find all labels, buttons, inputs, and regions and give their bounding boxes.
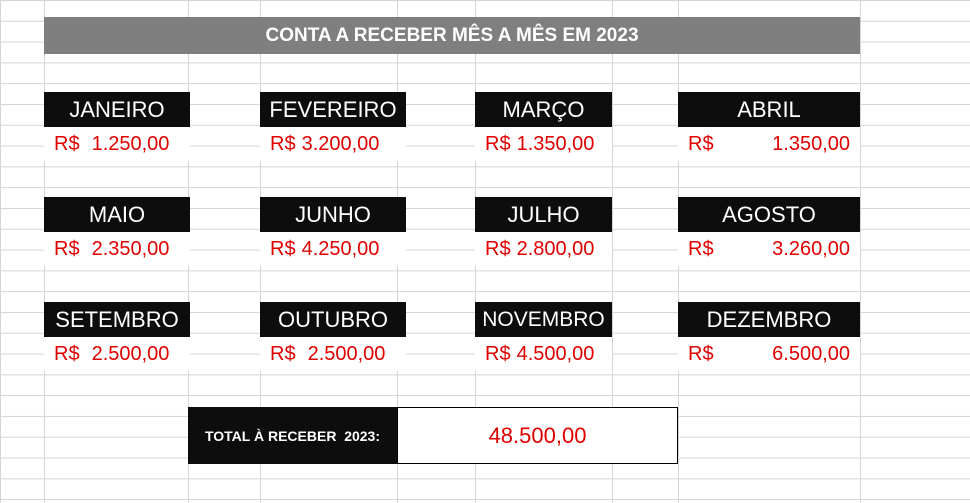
currency-symbol: R$: [54, 237, 80, 260]
month-value[interactable]: R$ 4.250,00: [260, 232, 406, 266]
month-block-agosto: AGOSTO R$ 3.260,00: [678, 197, 860, 266]
month-block-janeiro: JANEIRO R$ 1.250,00: [44, 92, 190, 161]
amount: 3.200,00: [301, 132, 380, 155]
month-header[interactable]: AGOSTO: [678, 197, 860, 232]
amount: 6.500,00: [772, 342, 850, 365]
month-header[interactable]: JANEIRO: [44, 92, 190, 127]
currency-symbol: R$: [270, 237, 296, 260]
month-value[interactable]: R$ 3.200,00: [260, 127, 406, 161]
amount: 3.260,00: [772, 237, 850, 260]
month-header[interactable]: JUNHO: [260, 197, 406, 232]
month-block-fevereiro: FEVEREIRO R$ 3.200,00: [260, 92, 406, 161]
month-value[interactable]: R$ 6.500,00: [678, 337, 860, 371]
month-header[interactable]: DEZEMBRO: [678, 302, 860, 337]
month-block-junho: JUNHO R$ 4.250,00: [260, 197, 406, 266]
month-header[interactable]: ABRIL: [678, 92, 860, 127]
month-header[interactable]: OUTUBRO: [260, 302, 406, 337]
month-header[interactable]: JULHO: [475, 197, 612, 232]
amount: 2.800,00: [516, 237, 595, 260]
gridline-col: [860, 0, 861, 503]
currency-symbol: R$: [54, 342, 80, 365]
month-value[interactable]: R$ 1.350,00: [678, 127, 860, 161]
month-block-marco: MARÇO R$ 1.350,00: [475, 92, 612, 161]
month-block-abril: ABRIL R$ 1.350,00: [678, 92, 860, 161]
amount: 2.500,00: [91, 342, 170, 365]
month-block-julho: JULHO R$ 2.800,00: [475, 197, 612, 266]
currency-symbol: R$: [688, 132, 714, 155]
month-block-setembro: SETEMBRO R$ 2.500,00: [44, 302, 190, 371]
month-header[interactable]: SETEMBRO: [44, 302, 190, 337]
currency-symbol: R$: [485, 132, 511, 155]
amount: 2.500,00: [307, 342, 386, 365]
amount: 1.350,00: [772, 132, 850, 155]
currency-symbol: R$: [688, 342, 714, 365]
month-header[interactable]: NOVEMBRO: [475, 302, 612, 337]
total-value[interactable]: 48.500,00: [397, 407, 678, 464]
amount: 2.350,00: [91, 237, 170, 260]
month-value[interactable]: R$ 1.350,00: [475, 127, 612, 161]
amount: 1.250,00: [91, 132, 170, 155]
month-value[interactable]: R$ 2.500,00: [260, 337, 406, 371]
month-value[interactable]: R$ 1.250,00: [44, 127, 190, 161]
month-value[interactable]: R$ 3.260,00: [678, 232, 860, 266]
month-header[interactable]: MAIO: [44, 197, 190, 232]
currency-symbol: R$: [485, 342, 511, 365]
month-block-maio: MAIO R$ 2.350,00: [44, 197, 190, 266]
amount: 4.250,00: [301, 237, 380, 260]
total-label[interactable]: TOTAL À RECEBER 2023:: [188, 407, 397, 464]
currency-symbol: R$: [270, 342, 296, 365]
month-header[interactable]: FEVEREIRO: [260, 92, 406, 127]
currency-symbol: R$: [485, 237, 511, 260]
currency-symbol: R$: [270, 132, 296, 155]
month-value[interactable]: R$ 2.500,00: [44, 337, 190, 371]
month-value[interactable]: R$ 4.500,00: [475, 337, 612, 371]
month-value[interactable]: R$ 2.800,00: [475, 232, 612, 266]
currency-symbol: R$: [688, 237, 714, 260]
month-block-outubro: OUTUBRO R$ 2.500,00: [260, 302, 406, 371]
month-block-dezembro: DEZEMBRO R$ 6.500,00: [678, 302, 860, 371]
amount: 1.350,00: [516, 132, 595, 155]
month-value[interactable]: R$ 2.350,00: [44, 232, 190, 266]
month-header[interactable]: MARÇO: [475, 92, 612, 127]
sheet-title[interactable]: CONTA A RECEBER MÊS A MÊS EM 2023: [44, 17, 860, 54]
currency-symbol: R$: [54, 132, 80, 155]
amount: 4.500,00: [516, 342, 595, 365]
month-block-novembro: NOVEMBRO R$ 4.500,00: [475, 302, 612, 371]
